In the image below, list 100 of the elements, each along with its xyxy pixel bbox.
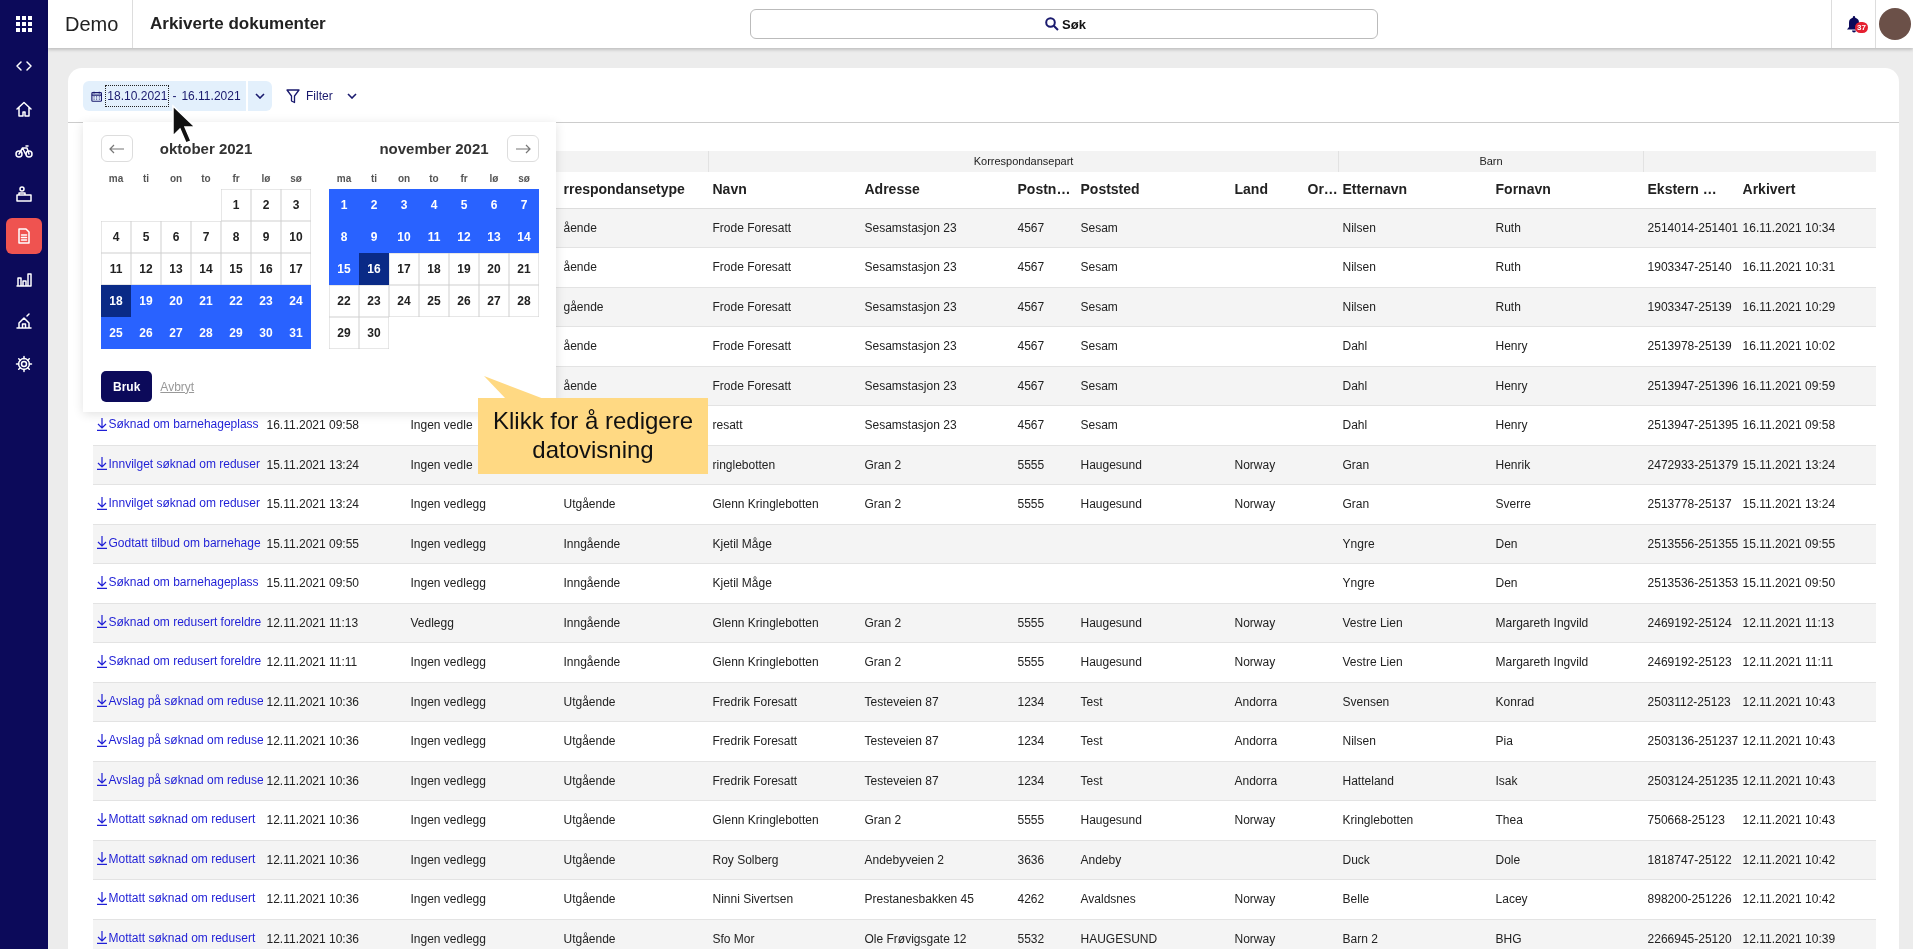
calendar-day[interactable]: 18 bbox=[419, 253, 449, 285]
calendar-day[interactable]: 9 bbox=[251, 221, 281, 253]
calendar-day[interactable]: 4 bbox=[419, 189, 449, 221]
calendar-day[interactable]: 16 bbox=[359, 253, 389, 285]
calendar-day[interactable]: 5 bbox=[449, 189, 479, 221]
calendar-day[interactable]: 16 bbox=[251, 253, 281, 285]
calendar-day[interactable]: 9 bbox=[359, 221, 389, 253]
calendar-day[interactable]: 23 bbox=[359, 285, 389, 317]
calendar-day[interactable]: 6 bbox=[161, 221, 191, 253]
search-field[interactable]: Søk bbox=[750, 9, 1378, 39]
table-cell: Inngående bbox=[563, 536, 621, 551]
document-link[interactable]: Innvilget søknad om reduser bbox=[96, 494, 260, 512]
document-link[interactable]: Mottatt søknad om redusert bbox=[96, 889, 256, 907]
calendar-day[interactable]: 20 bbox=[161, 285, 191, 317]
calendar-day[interactable]: 2 bbox=[251, 189, 281, 221]
calendar-day[interactable]: 12 bbox=[449, 221, 479, 253]
calendar-day[interactable]: 20 bbox=[479, 253, 509, 285]
calendar-day[interactable]: 18 bbox=[101, 285, 131, 317]
table-cell: Glenn Kringlebotten bbox=[712, 497, 819, 512]
sidebar-button[interactable] bbox=[6, 218, 42, 254]
calendar-day[interactable]: 29 bbox=[329, 317, 359, 349]
calendar-day[interactable]: 29 bbox=[221, 317, 251, 349]
calendar-day[interactable]: 1 bbox=[329, 189, 359, 221]
calendar-day[interactable]: 19 bbox=[131, 285, 161, 317]
calendar-day[interactable]: 12 bbox=[131, 253, 161, 285]
column-header[interactable]: Adresse bbox=[864, 181, 920, 198]
calendar-day[interactable]: 22 bbox=[329, 285, 359, 317]
document-link[interactable]: Søknad om barnehageplass bbox=[96, 573, 259, 591]
calendar-day[interactable]: 26 bbox=[131, 317, 161, 349]
calendar-day[interactable]: 28 bbox=[191, 317, 221, 349]
calendar-day[interactable]: 3 bbox=[281, 189, 311, 221]
calendar-day[interactable]: 30 bbox=[359, 317, 389, 349]
table-cell: Ingen vedlegg bbox=[410, 536, 486, 551]
calendar-day[interactable]: 27 bbox=[161, 317, 191, 349]
calendar-day[interactable]: 7 bbox=[509, 189, 539, 221]
filter-button[interactable]: Filter bbox=[286, 87, 357, 105]
calendar-day[interactable]: 10 bbox=[281, 221, 311, 253]
column-header[interactable]: Postn… bbox=[1017, 181, 1071, 198]
calendar-day[interactable]: 26 bbox=[449, 285, 479, 317]
apply-button[interactable]: Bruk bbox=[101, 371, 153, 402]
calendar-day[interactable]: 10 bbox=[389, 221, 419, 253]
calendar-day[interactable]: 7 bbox=[191, 221, 221, 253]
calendar-day[interactable]: 6 bbox=[479, 189, 509, 221]
calendar-day[interactable]: 24 bbox=[281, 285, 311, 317]
calendar-day[interactable]: 15 bbox=[329, 253, 359, 285]
column-header[interactable]: Poststed bbox=[1080, 181, 1140, 198]
calendar-day[interactable]: 1 bbox=[221, 189, 251, 221]
calendar-day[interactable]: 27 bbox=[479, 285, 509, 317]
date-field[interactable]: 16.11.2021 bbox=[179, 85, 243, 107]
document-link[interactable]: Mottatt søknad om redusert bbox=[96, 810, 256, 828]
calendar-day[interactable]: 14 bbox=[191, 253, 221, 285]
avatar[interactable] bbox=[1878, 8, 1911, 40]
calendar-day[interactable]: 14 bbox=[509, 221, 539, 253]
calendar-day[interactable]: 17 bbox=[281, 253, 311, 285]
date-field[interactable]: 18.10.2021 bbox=[105, 85, 170, 107]
column-header[interactable]: Land bbox=[1234, 181, 1268, 198]
calendar-day[interactable]: 25 bbox=[419, 285, 449, 317]
table-cell: Glenn Kringlebotten bbox=[712, 813, 819, 828]
table-cell: 12.11.2021 11:13 bbox=[266, 615, 359, 630]
calendar-day[interactable]: 13 bbox=[479, 221, 509, 253]
calendar-day[interactable]: 21 bbox=[509, 253, 539, 285]
apps-icon[interactable] bbox=[16, 16, 32, 32]
calendar-day[interactable]: 11 bbox=[101, 253, 131, 285]
column-header[interactable]: Or… bbox=[1307, 181, 1338, 198]
date-range-picker[interactable]: 18.10.2021 - 16.11.2021 bbox=[83, 81, 272, 111]
calendar-day[interactable]: 3 bbox=[389, 189, 419, 221]
column-header[interactable]: rrespondansetype bbox=[563, 181, 685, 198]
calendar-day[interactable]: 30 bbox=[251, 317, 281, 349]
calendar-day[interactable]: 22 bbox=[221, 285, 251, 317]
table-cell: ående bbox=[563, 260, 597, 275]
calendar-day[interactable]: 13 bbox=[161, 253, 191, 285]
table-cell: 12.11.2021 10:36 bbox=[266, 813, 360, 828]
calendar-day[interactable]: 23 bbox=[251, 285, 281, 317]
calendar-day[interactable]: 8 bbox=[329, 221, 359, 253]
table-cell: Andorra bbox=[1234, 773, 1278, 788]
document-link[interactable]: Søknad om redusert foreldre bbox=[96, 652, 262, 670]
calendar-day[interactable]: 31 bbox=[281, 317, 311, 349]
table-cell: Norway bbox=[1234, 615, 1276, 630]
calendar-day[interactable]: 15 bbox=[221, 253, 251, 285]
table-cell: Den bbox=[1495, 536, 1518, 551]
calendar-day[interactable]: 28 bbox=[509, 285, 539, 317]
calendar-day[interactable]: 8 bbox=[221, 221, 251, 253]
column-header[interactable]: Ekstern … bbox=[1647, 181, 1717, 198]
weekday-label: lø bbox=[488, 172, 500, 186]
column-group-header: Barn bbox=[1479, 155, 1503, 168]
document-link[interactable]: Søknad om barnehageplass bbox=[96, 415, 259, 433]
calendar-day[interactable]: 4 bbox=[101, 221, 131, 253]
calendar-day[interactable]: 19 bbox=[449, 253, 479, 285]
calendar-day[interactable]: 11 bbox=[419, 221, 449, 253]
calendar-day[interactable]: 5 bbox=[131, 221, 161, 253]
calendar-day[interactable]: 24 bbox=[389, 285, 419, 317]
column-header[interactable]: Etternavn bbox=[1342, 181, 1408, 198]
calendar-day[interactable]: 2 bbox=[359, 189, 389, 221]
column-header[interactable]: Navn bbox=[712, 181, 747, 198]
column-header[interactable]: Fornavn bbox=[1495, 181, 1551, 198]
document-link[interactable]: Avslag på søknad om reduse bbox=[96, 731, 263, 749]
calendar-day[interactable]: 17 bbox=[389, 253, 419, 285]
column-header[interactable]: Arkivert bbox=[1742, 181, 1796, 198]
calendar-day[interactable]: 21 bbox=[191, 285, 221, 317]
calendar-day[interactable]: 25 bbox=[101, 317, 131, 349]
